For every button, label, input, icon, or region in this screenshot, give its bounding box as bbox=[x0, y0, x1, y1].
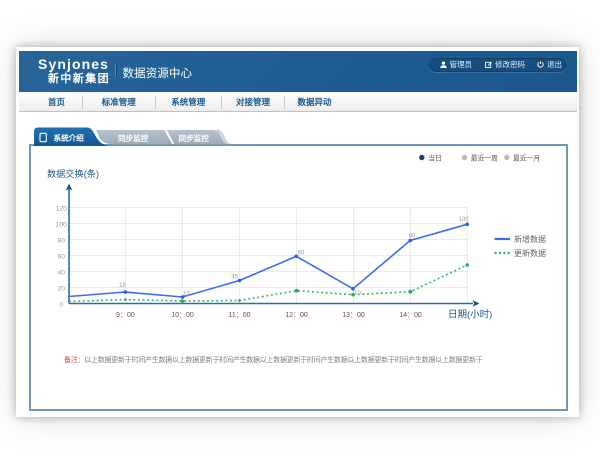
svg-text:更新数据: 更新数据 bbox=[514, 248, 546, 258]
svg-text:35: 35 bbox=[231, 275, 238, 281]
svg-text:10: 10 bbox=[183, 292, 190, 298]
svg-text:11：00: 11：00 bbox=[228, 312, 250, 319]
svg-text:60: 60 bbox=[298, 251, 305, 257]
svg-text:12：00: 12：00 bbox=[285, 312, 308, 319]
svg-text:新增数据: 新增数据 bbox=[514, 234, 546, 244]
svg-text:18: 18 bbox=[119, 283, 126, 289]
svg-text:80: 80 bbox=[409, 234, 416, 240]
svg-text:120: 120 bbox=[56, 205, 68, 212]
svg-text:日期(小时): 日期(小时) bbox=[448, 309, 492, 321]
svg-text:系统介绍: 系统介绍 bbox=[54, 133, 85, 143]
svg-text:40: 40 bbox=[58, 269, 66, 276]
svg-text:80: 80 bbox=[58, 237, 66, 244]
svg-text:13：00: 13：00 bbox=[342, 312, 365, 319]
svg-text:100: 100 bbox=[458, 217, 469, 223]
svg-text:0: 0 bbox=[59, 301, 63, 308]
svg-text:最近一月: 最近一月 bbox=[513, 153, 540, 162]
svg-text:同步监控: 同步监控 bbox=[179, 133, 210, 143]
svg-text:14：00: 14：00 bbox=[399, 312, 422, 319]
svg-text:当日: 当日 bbox=[428, 153, 442, 162]
svg-text:9：00: 9：00 bbox=[116, 312, 135, 319]
svg-text:20: 20 bbox=[58, 285, 66, 292]
svg-text:60: 60 bbox=[58, 253, 66, 260]
svg-text:最近一周: 最近一周 bbox=[471, 153, 498, 162]
svg-text:数据交换(条): 数据交换(条) bbox=[47, 168, 99, 179]
svg-text:同步监控: 同步监控 bbox=[118, 133, 149, 143]
svg-text:100: 100 bbox=[56, 221, 68, 228]
svg-text:10：00: 10：00 bbox=[171, 312, 194, 319]
svg-text:10: 10 bbox=[354, 291, 361, 297]
